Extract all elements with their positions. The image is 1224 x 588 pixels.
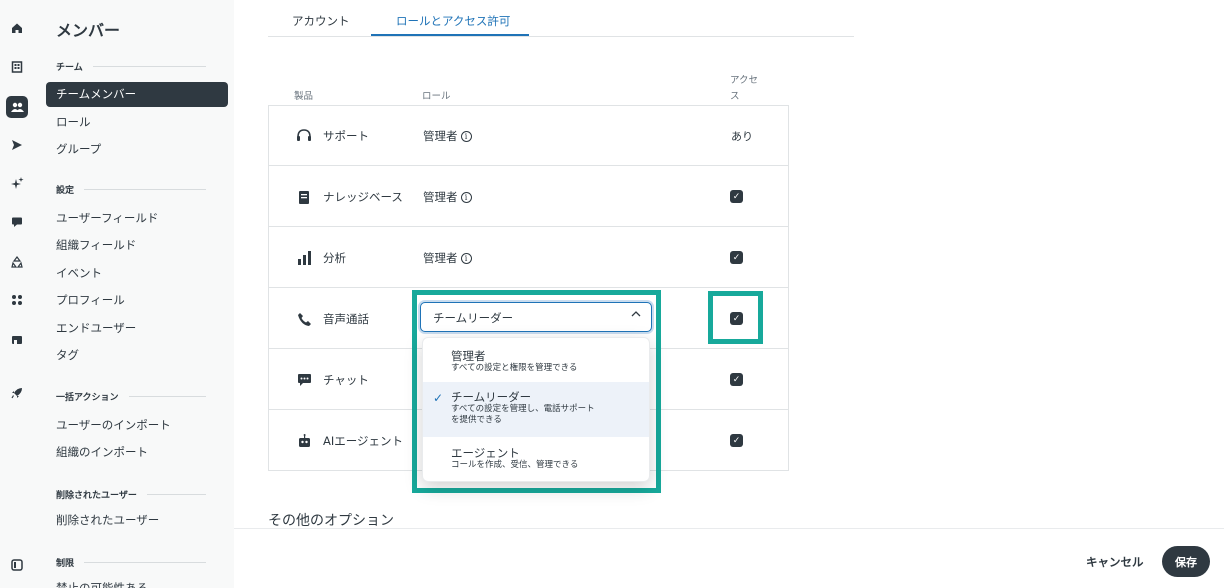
info-icon[interactable]: i [460, 130, 472, 142]
section-deleted-users: 削除されたユーザー [56, 488, 206, 501]
sidebar-item-team-members[interactable]: チームメンバー [46, 82, 228, 107]
product-name: 分析 [323, 251, 346, 265]
header-access-2: ス [730, 91, 740, 102]
header-access-1: アクセ [730, 75, 759, 86]
section-limits: 制限 [56, 556, 206, 569]
sidebar-item-user-import[interactable]: ユーザーのインポート [46, 413, 228, 438]
section-team: チーム [56, 60, 206, 73]
book-icon [295, 188, 313, 206]
save-button[interactable]: 保存 [1162, 546, 1210, 577]
product-name: サポート [323, 129, 369, 143]
header-product: 製品 [294, 91, 314, 102]
sidebar-item-events[interactable]: イベント [46, 261, 228, 286]
store-icon[interactable] [7, 330, 27, 350]
headset-icon [295, 127, 313, 145]
role-value: 管理者 i [423, 189, 472, 205]
access-value: あり [731, 130, 753, 143]
sidebar-title: メンバー [56, 21, 121, 40]
message-icon [295, 371, 313, 389]
access-checkbox[interactable]: ✓ [730, 373, 743, 386]
rocket-icon[interactable] [7, 383, 27, 403]
sidebar-item-groups[interactable]: グループ [46, 137, 228, 162]
access-checkbox[interactable]: ✓ [730, 251, 743, 264]
send-icon[interactable] [7, 135, 27, 155]
product-name: チャット [323, 373, 369, 387]
access-checkbox-highlight [708, 291, 763, 344]
product-name: AIエージェント [323, 434, 404, 448]
chevron-up-icon [631, 308, 641, 321]
role-value: 管理者 i [423, 128, 472, 144]
role-dropdown-menu: 管理者 すべての設定と権限を管理できる ✓ チームリーダー すべての設定を管理し… [422, 337, 650, 482]
main-content: アカウント ロールとアクセス許可 製品 ロール アクセ ス サポート 管理者 i … [234, 0, 1224, 588]
tab-roles-access[interactable]: ロールとアクセス許可 [396, 13, 510, 29]
sidebar-item-partial[interactable]: 禁止の可能性ある [46, 576, 228, 588]
table-row: 分析 管理者 i ✓ [269, 227, 788, 288]
header-role: ロール [422, 91, 451, 102]
role-value: 管理者 i [423, 250, 472, 266]
tab-bar: アカウント ロールとアクセス許可 [268, 0, 854, 37]
home-icon[interactable] [7, 18, 27, 38]
sidebar-item-deleted-users[interactable]: 削除されたユーザー [46, 508, 228, 533]
role-select[interactable]: チームリーダー [420, 302, 652, 332]
role-option-admin[interactable]: 管理者 すべての設定と権限を管理できる [423, 338, 649, 382]
role-option-agent[interactable]: エージェント コールを作成、受信、管理できる [423, 437, 649, 481]
info-icon[interactable]: i [460, 191, 472, 203]
table-row: ナレッジベース 管理者 i ✓ [269, 166, 788, 227]
sparkles-icon[interactable] [7, 173, 27, 193]
bar-chart-icon [295, 249, 313, 267]
section-bulk-actions: 一括アクション [56, 390, 206, 403]
other-options-heading: その他のオプション [268, 513, 394, 529]
sidebar-item-tags[interactable]: タグ [46, 343, 228, 368]
apps-icon[interactable] [7, 290, 27, 310]
members-sidebar: メンバー チーム チームメンバー ロール グループ 設定 ユーザーフィールド 組… [34, 0, 234, 588]
info-icon[interactable]: i [460, 252, 472, 264]
product-name: 音声通話 [323, 312, 369, 326]
active-tab-indicator [371, 34, 529, 36]
chat-icon[interactable] [7, 212, 27, 232]
role-option-team-leader[interactable]: ✓ チームリーダー すべての設定を管理し、電話サポート を提供できる [423, 382, 649, 437]
sidebar-item-org-fields[interactable]: 組織フィールド [46, 233, 228, 258]
sidebar-item-end-users[interactable]: エンドユーザー [46, 316, 228, 341]
phone-icon [295, 310, 313, 328]
panel-toggle-icon[interactable] [7, 555, 27, 575]
sidebar-item-profiles[interactable]: プロフィール [46, 288, 228, 313]
building-icon[interactable] [7, 57, 27, 77]
access-checkbox[interactable]: ✓ [730, 190, 743, 203]
product-name: ナレッジベース [323, 190, 403, 204]
role-select-value: チームリーダー [433, 311, 514, 325]
robot-icon [295, 432, 313, 450]
check-icon: ✓ [433, 391, 444, 405]
footer-bar: キャンセル 保存 [234, 528, 1224, 588]
table-row: サポート 管理者 i あり [269, 105, 788, 166]
users-icon[interactable] [6, 96, 28, 118]
recycle-icon[interactable] [7, 252, 27, 272]
sidebar-item-org-import[interactable]: 組織のインポート [46, 440, 228, 465]
access-checkbox[interactable]: ✓ [730, 434, 743, 447]
cancel-button[interactable]: キャンセル [1086, 554, 1144, 570]
section-settings: 設定 [56, 183, 206, 196]
tab-account[interactable]: アカウント [292, 13, 350, 29]
sidebar-item-roles[interactable]: ロール [46, 110, 228, 135]
sidebar-item-user-fields[interactable]: ユーザーフィールド [46, 206, 228, 231]
icon-rail [0, 0, 34, 588]
